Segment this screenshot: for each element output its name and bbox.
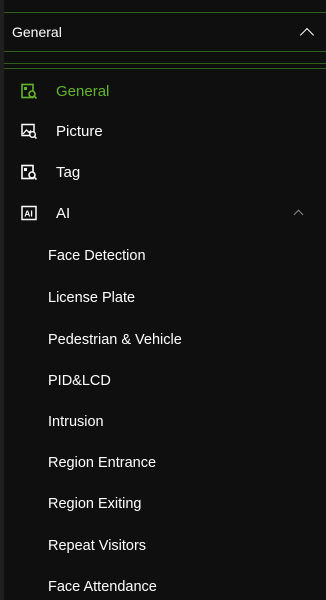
sub-item-label: Region Exiting <box>48 496 142 512</box>
section-header-general[interactable]: General <box>4 12 326 52</box>
sub-item-label: License Plate <box>48 290 136 306</box>
sub-item-license-plate[interactable]: License Plate <box>4 280 326 316</box>
image-search-icon <box>21 123 37 139</box>
sub-item-label: Region Entrance <box>48 455 157 471</box>
sidebar-panel: General General Picture Tag AI AI Face D… <box>4 0 326 600</box>
sub-item-label: PID&LCD <box>48 373 111 389</box>
sub-item-intrusion[interactable]: Intrusion <box>4 404 326 440</box>
ai-icon: AI <box>21 205 37 221</box>
sub-item-face-attendance[interactable]: Face Attendance <box>4 569 326 600</box>
sub-item-region-entrance[interactable]: Region Entrance <box>4 445 326 481</box>
sub-item-face-detection[interactable]: Face Detection <box>4 238 326 274</box>
sub-item-label: Face Attendance <box>48 579 157 595</box>
nav-item-label: AI <box>56 204 71 222</box>
svg-text:AI: AI <box>24 209 33 219</box>
section-title: General <box>12 24 62 40</box>
nav-item-picture[interactable]: Picture <box>4 113 326 149</box>
sub-item-label: Repeat Visitors <box>48 538 147 554</box>
sub-item-pedestrian-vehicle[interactable]: Pedestrian & Vehicle <box>4 322 326 358</box>
nav-item-label: Picture <box>56 122 103 140</box>
sub-item-region-exiting[interactable]: Region Exiting <box>4 486 326 522</box>
sub-item-label: Face Detection <box>48 248 146 264</box>
sub-item-label: Intrusion <box>48 414 104 430</box>
divider <box>4 68 326 69</box>
video-search-icon <box>21 83 37 99</box>
sub-item-pid-lcd[interactable]: PID&LCD <box>4 363 326 399</box>
nav-item-tag[interactable]: Tag <box>4 154 326 190</box>
sub-item-label: Pedestrian & Vehicle <box>48 332 182 348</box>
divider <box>4 63 326 64</box>
nav-item-label: Tag <box>56 163 81 181</box>
nav-item-label: General <box>56 82 110 100</box>
sub-item-repeat-visitors[interactable]: Repeat Visitors <box>4 528 326 564</box>
nav-item-ai[interactable]: AI AI <box>4 195 326 231</box>
chevron-up-icon[interactable] <box>293 209 304 220</box>
chevron-up-icon[interactable] <box>299 27 315 42</box>
tag-search-icon <box>21 164 37 180</box>
nav-item-general[interactable]: General <box>4 73 326 109</box>
